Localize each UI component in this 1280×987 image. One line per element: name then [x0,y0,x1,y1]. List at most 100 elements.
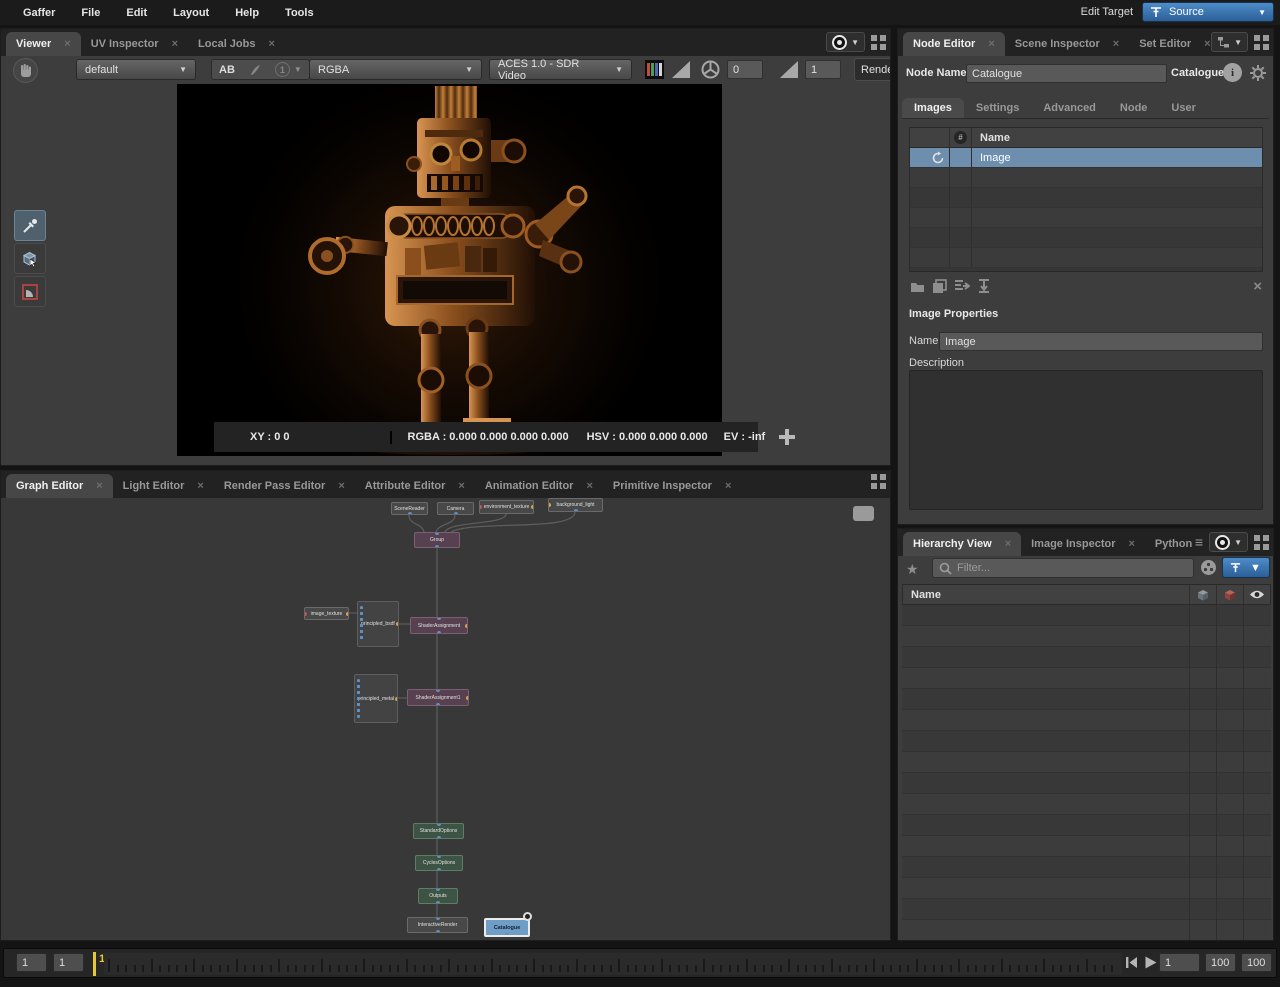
current-frame-input[interactable] [1159,953,1200,972]
image-row-empty[interactable] [910,188,1262,208]
layout-grid-icon[interactable] [871,474,886,489]
graph-node-interactiverender[interactable]: InteractiveRender [407,917,468,933]
inclusions-column[interactable] [1189,585,1216,604]
export-image-button[interactable] [953,279,970,294]
timeline-ruler[interactable] [104,953,1122,975]
menu-item-layout[interactable]: Layout [160,7,222,19]
tab-close-icon[interactable]: × [338,480,344,492]
images-table[interactable]: # Name Image [909,127,1263,272]
editor-focus-button[interactable]: ▼ [1211,32,1248,52]
graph-node-principled-bsdf[interactable]: principled_bsdf [357,601,399,647]
add-image-button[interactable] [909,279,926,294]
scene-start-input[interactable] [16,953,47,972]
tab-hierarchy-view[interactable]: Hierarchy View× [903,532,1021,556]
annotation-note-icon[interactable] [853,506,874,521]
image-row-selected[interactable]: Image [910,148,1262,168]
rgb-histogram-icon[interactable] [645,60,664,79]
playhead[interactable] [93,952,96,976]
graph-node-outputs[interactable]: Outputs [418,888,458,904]
graph-node-catalogue[interactable]: Catalogue [484,918,530,937]
tab-images[interactable]: Images [902,98,964,118]
filter-field[interactable] [932,558,1194,578]
graph-node-shaderassignment1[interactable]: ShaderAssignment1 [407,689,469,706]
viewer-view-select[interactable]: default ▼ [76,59,196,80]
tab-user[interactable]: User [1159,98,1207,118]
tab-settings[interactable]: Settings [964,98,1031,118]
exposure-input[interactable] [727,60,763,79]
tab-primitive-inspector[interactable]: Primitive Inspector× [603,474,741,498]
scope-select-dropdown[interactable]: ▼ [1222,557,1270,578]
channels-select[interactable]: RGBA ▼ [309,59,482,80]
extract-image-button[interactable] [975,279,992,294]
playback-end-input[interactable] [1205,953,1236,972]
graph-node-camera[interactable]: Camera [437,502,474,515]
set-filter-icon[interactable] [1200,559,1217,576]
tab-light-editor[interactable]: Light Editor× [113,474,214,498]
menu-item-tools[interactable]: Tools [272,7,327,19]
image-row-empty[interactable] [910,168,1262,188]
tab-node-editor[interactable]: Node Editor× [903,32,1005,56]
duplicate-image-button[interactable] [931,279,948,294]
layout-grid-icon[interactable] [871,35,886,50]
object-select-tool[interactable] [14,243,46,274]
display-transform-select[interactable]: ACES 1.0 - SDR Video ▼ [489,59,632,80]
tab-graph-editor[interactable]: Graph Editor× [6,474,113,498]
tab-close-icon[interactable]: × [1005,538,1011,550]
filter-input[interactable] [957,562,1187,574]
tab-close-icon[interactable]: × [988,38,994,50]
compare-wipe-button[interactable] [242,60,268,79]
node-name-input[interactable] [966,64,1167,83]
tab-close-icon[interactable]: × [586,480,592,492]
layout-grid-icon[interactable] [1254,535,1269,550]
node-info-icon[interactable]: i [1223,63,1242,82]
tab-advanced[interactable]: Advanced [1031,98,1108,118]
graph-node-environment-texture[interactable]: environment_texture [479,500,534,514]
exclusions-column[interactable] [1216,585,1243,604]
tab-close-icon[interactable]: × [1204,38,1210,50]
hamburger-icon[interactable]: ≡ [1195,534,1203,550]
rendered-image[interactable] [177,84,722,456]
crop-window-tool[interactable] [14,276,46,307]
tab-scene-inspector[interactable]: Scene Inspector× [1005,32,1129,56]
gamma-input[interactable] [805,60,841,79]
graph-node-shaderassignment[interactable]: ShaderAssignment [410,617,468,634]
tab-set-editor[interactable]: Set Editor× [1129,32,1220,56]
edit-target-dropdown[interactable]: Source ▼ [1142,2,1274,22]
compare-ab-button[interactable]: AB [212,60,242,79]
tab-close-icon[interactable]: × [64,38,70,50]
menu-item-edit[interactable]: Edit [113,7,160,19]
visibility-column[interactable] [1243,585,1270,604]
tab-close-icon[interactable]: × [96,480,102,492]
exposure-aperture-icon[interactable] [701,60,720,79]
graph-canvas[interactable]: SceneReaderCameraenvironment_textureback… [1,498,890,940]
menu-item-help[interactable]: Help [222,7,272,19]
remove-image-button[interactable]: × [1253,278,1262,295]
tab-close-icon[interactable]: × [268,38,274,50]
graph-node-background-light[interactable]: background_light [548,498,603,512]
tab-image-inspector[interactable]: Image Inspector× [1021,532,1145,556]
graph-node-cyclesoptions[interactable]: CyclesOptions [415,855,463,871]
tab-animation-editor[interactable]: Animation Editor× [475,474,603,498]
tab-close-icon[interactable]: × [1128,538,1134,550]
color-picker-tool[interactable] [14,210,46,241]
hierarchy-focus-button[interactable]: ▼ [1209,532,1248,552]
graph-node-image-texture[interactable]: image_texture [304,607,349,620]
image-name-input[interactable] [939,332,1263,351]
menu-item-file[interactable]: File [68,7,113,19]
tab-close-icon[interactable]: × [458,480,464,492]
graph-node-group[interactable]: Group [414,532,460,548]
tab-close-icon[interactable]: × [1113,38,1119,50]
graph-node-principled-metal[interactable]: principled_metal [354,674,398,723]
compare-image-select[interactable]: 1 ▼ [268,60,309,79]
tab-close-icon[interactable]: × [725,480,731,492]
tab-uv-inspector[interactable]: UV Inspector× [81,32,188,56]
image-description-textarea[interactable] [909,370,1263,510]
layout-grid-icon[interactable] [1254,35,1269,50]
playback-start-input[interactable] [53,953,84,972]
image-row-empty[interactable] [910,208,1262,228]
bookmark-star-icon[interactable]: ★ [906,561,919,578]
tab-close-icon[interactable]: × [197,480,203,492]
render-button[interactable]: Render [854,58,890,81]
node-settings-gear-icon[interactable] [1248,63,1268,83]
gamma-ramp-icon[interactable] [779,60,799,79]
